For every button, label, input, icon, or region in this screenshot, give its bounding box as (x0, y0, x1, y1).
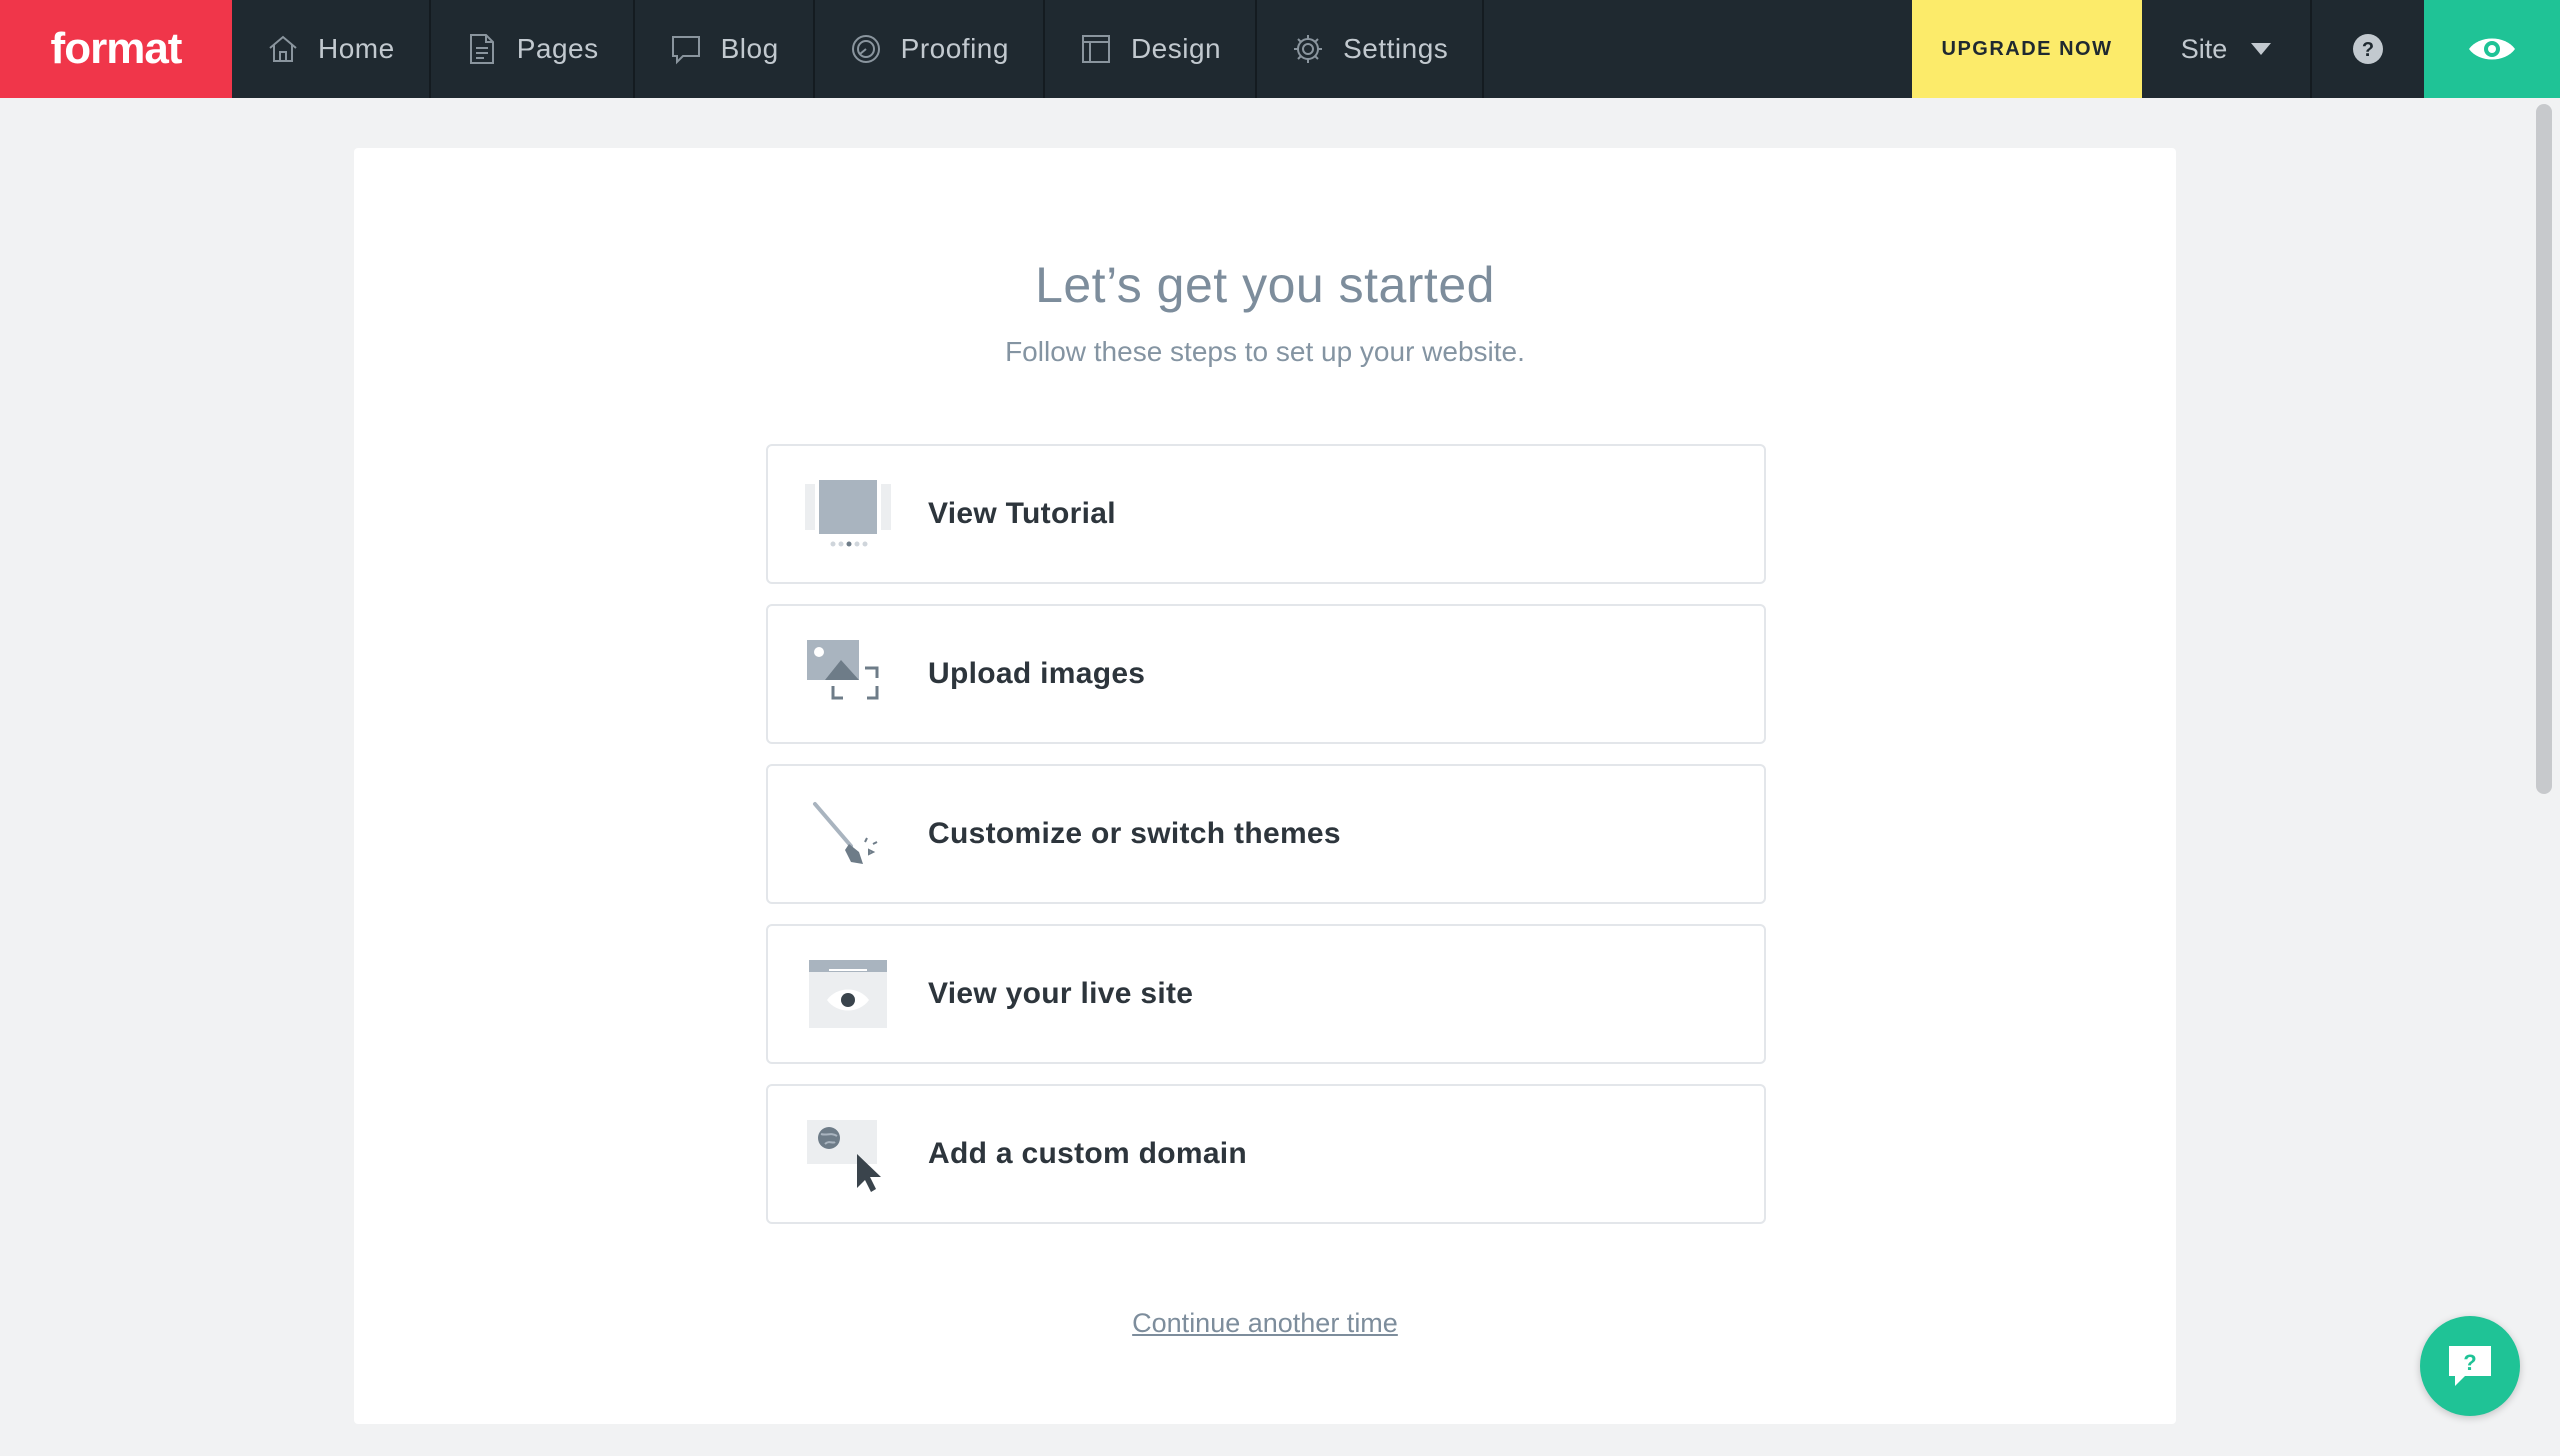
step-icon-wrap (768, 446, 928, 582)
nav-proofing-label: Proofing (900, 33, 1009, 64)
gear-icon (1294, 35, 1323, 63)
step-label: View your live site (928, 977, 1194, 1010)
site-select[interactable]: Site (2142, 0, 2312, 98)
chevron-down-icon (2251, 43, 2272, 55)
chat-help-icon: ? (2449, 1346, 2491, 1386)
getting-started-card: Let’s get you started Follow these steps… (354, 148, 2176, 1424)
step-label: Customize or switch themes (928, 817, 1341, 850)
custom-domain-icon (807, 1120, 881, 1192)
upgrade-label: UPGRADE NOW (1941, 37, 2113, 60)
step-icon-wrap (768, 1086, 928, 1222)
chat-help-button[interactable]: ? (2420, 1316, 2520, 1416)
step-icon-wrap (768, 926, 928, 1062)
nav-design-label: Design (1130, 33, 1222, 64)
chat-glyph: ? (2463, 1350, 2476, 1375)
nav-home[interactable]: Home (232, 0, 431, 98)
nav-proofing[interactable]: Proofing (815, 0, 1045, 98)
page-scrollbar-thumb[interactable] (2536, 104, 2552, 794)
live-site-icon (809, 960, 887, 1028)
top-nav: format Home Pages Blog Proofing Design S… (0, 0, 2560, 98)
blog-icon (671, 36, 700, 65)
question-icon: ? (2353, 34, 2383, 64)
nav-pages-label: Pages (516, 33, 599, 64)
paintbrush-icon (813, 802, 878, 864)
nav-blog-label: Blog (720, 33, 779, 64)
upload-images-icon (807, 640, 879, 700)
page-title: Let’s get you started (1035, 257, 1495, 313)
proofing-icon (851, 35, 880, 63)
step-icon-wrap (768, 766, 928, 902)
preview-site-button[interactable] (2424, 0, 2560, 98)
upgrade-now-button[interactable]: UPGRADE NOW (1912, 0, 2142, 98)
svg-text:?: ? (2362, 39, 2374, 61)
continue-another-time-link[interactable]: Continue another time (1132, 1308, 1398, 1338)
step-icon-wrap (768, 606, 928, 742)
nav-design[interactable]: Design (1045, 0, 1258, 98)
site-select-label: Site (2180, 33, 2228, 64)
nav-settings[interactable]: Settings (1257, 0, 1485, 98)
steps-list: View Tutorial Upload images Customize or… (766, 444, 1766, 1244)
nav-home-label: Home (318, 33, 395, 64)
step-view-tutorial[interactable]: View Tutorial (766, 444, 1766, 584)
step-view-live-site[interactable]: View your live site (766, 924, 1766, 1064)
step-upload-images[interactable]: Upload images (766, 604, 1766, 744)
step-add-custom-domain[interactable]: Add a custom domain (766, 1084, 1766, 1224)
logo-text: format (50, 24, 183, 73)
nav-settings-label: Settings (1343, 33, 1449, 64)
step-label: View Tutorial (928, 497, 1116, 530)
step-customize-themes[interactable]: Customize or switch themes (766, 764, 1766, 904)
step-label: Upload images (928, 657, 1146, 690)
step-label: Add a custom domain (928, 1137, 1248, 1170)
nav-pages[interactable]: Pages (431, 0, 635, 98)
format-logo[interactable]: format (0, 0, 232, 98)
help-button[interactable]: ? (2312, 0, 2424, 98)
eye-icon (2469, 38, 2515, 60)
pages-icon (469, 34, 494, 64)
home-icon (269, 35, 297, 62)
page-subtitle: Follow these steps to set up your websit… (1005, 336, 1525, 367)
continue-wrap: Continue another time (354, 1308, 2176, 1339)
design-icon (1081, 35, 1110, 63)
tutorial-icon (805, 480, 891, 547)
nav-blog[interactable]: Blog (635, 0, 815, 98)
